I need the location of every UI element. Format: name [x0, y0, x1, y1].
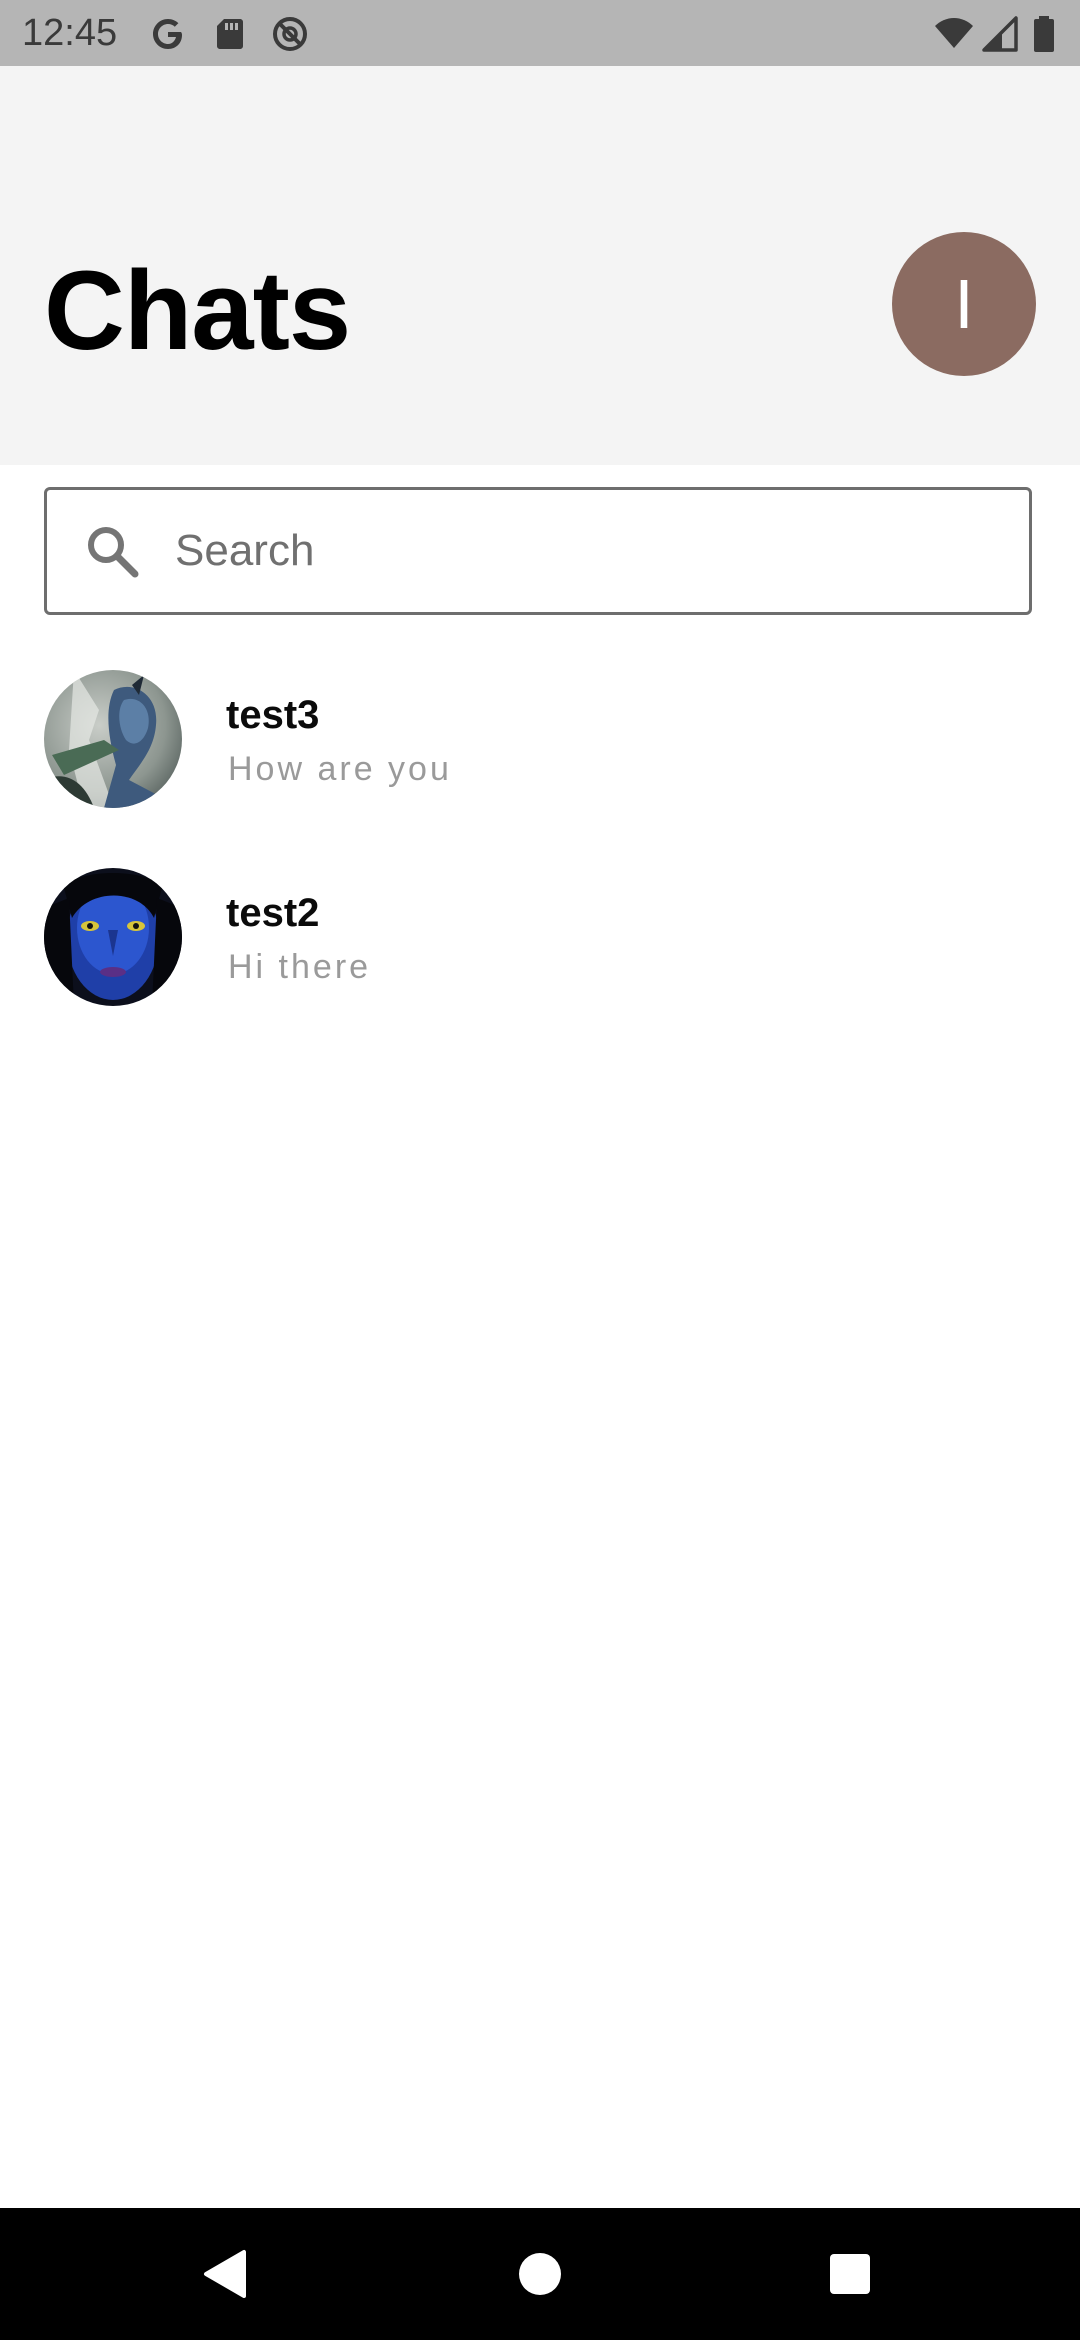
chat-name: test3 [226, 693, 320, 737]
status-bar: 12:45 [0, 0, 1080, 66]
google-icon [148, 14, 188, 54]
chat-preview: Hi there [228, 948, 372, 986]
search-box[interactable] [44, 487, 1032, 615]
chat-list: test3 How are you test2 Hi there [0, 660, 1080, 1056]
chat-name: test2 [226, 891, 320, 935]
chat-item-test2[interactable]: test2 Hi there [0, 858, 1080, 1056]
chat-preview: How are you [228, 750, 452, 788]
battery-icon [1030, 14, 1058, 54]
avatar [44, 868, 182, 1006]
cell-signal-icon [980, 14, 1020, 54]
sd-card-icon [210, 14, 250, 54]
chat-item-test3[interactable]: test3 How are you [0, 660, 1080, 858]
home-icon[interactable] [510, 2244, 570, 2304]
back-icon[interactable] [196, 2244, 256, 2304]
search-icon [83, 522, 141, 580]
avatar [44, 670, 182, 808]
recents-icon[interactable] [820, 2244, 880, 2304]
profile-avatar-button[interactable]: I [892, 232, 1036, 376]
page-title: Chats [44, 248, 351, 373]
status-time: 12:45 [22, 12, 118, 54]
do-not-disturb-icon [270, 14, 310, 54]
wifi-icon [934, 14, 974, 54]
navigation-bar [0, 2208, 1080, 2340]
chats-screen: 12:45 Chats I Search test3 How are you t… [0, 0, 1080, 2340]
search-input[interactable] [175, 510, 995, 592]
